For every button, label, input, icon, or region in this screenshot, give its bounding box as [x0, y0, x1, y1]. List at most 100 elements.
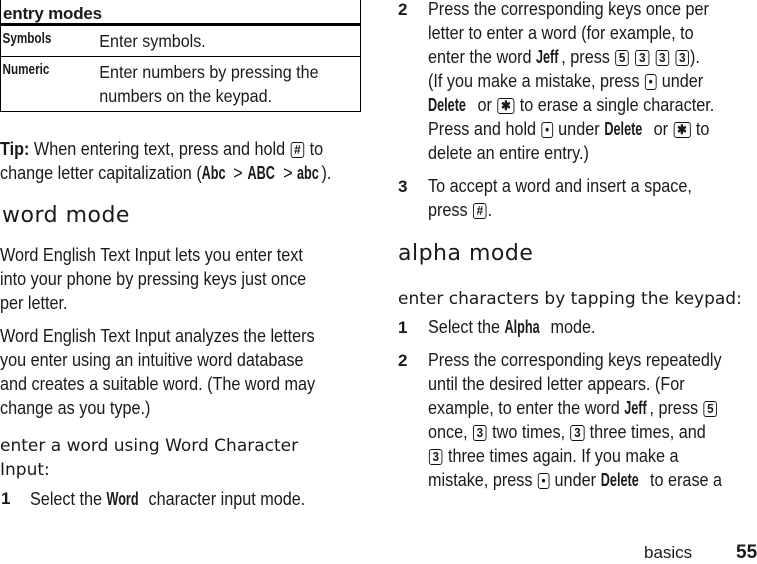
step-number: 1	[1, 489, 11, 508]
star-key-icon: ✱	[673, 122, 691, 138]
text: ).	[689, 47, 700, 67]
text-line: Press the corresponding keys repeatedly	[428, 350, 722, 370]
text: under	[553, 119, 605, 139]
text: once,	[428, 422, 473, 442]
text-line: Delete or ✱ to erase a single character.	[428, 93, 714, 117]
text: three times again. If you make a	[443, 446, 679, 466]
key-3-icon: 3	[675, 50, 690, 66]
text: press	[428, 200, 473, 220]
footer-section-label: basics	[644, 543, 693, 562]
key-3-icon: 3	[473, 425, 487, 441]
softkey-label: Delete	[600, 470, 639, 490]
text-line: enter a word using Word Character	[0, 436, 299, 456]
text: , press	[561, 47, 615, 67]
text: Press and hold	[428, 119, 541, 139]
text-line: (If you make a mistake, press • under	[428, 69, 714, 93]
desc-line: Enter numbers by pressing the	[99, 62, 319, 82]
mode-label: Alpha	[504, 317, 540, 337]
word-step-3: To accept a word and insert a space, pre…	[428, 174, 692, 222]
center-key-icon: •	[644, 74, 657, 90]
key-5-icon: 5	[703, 401, 718, 417]
separator: >	[228, 163, 248, 183]
entry-modes-table: entry modes Symbols Enter symbols. Numer…	[0, 0, 361, 112]
desc-line: numbers on the keypad.	[99, 86, 273, 106]
text: , press	[649, 398, 703, 418]
text-line: mistake, press • under Delete to erase a	[428, 468, 722, 492]
text: or	[473, 95, 497, 115]
text: to erase a	[645, 470, 723, 490]
text-line: press #.	[428, 198, 692, 222]
text: enter the word	[428, 47, 537, 67]
page-number: 55	[736, 542, 757, 563]
text-line: To accept a word and insert a space,	[428, 176, 692, 196]
tip-text: to	[305, 139, 324, 159]
mode-description: Enter symbols.	[99, 31, 206, 51]
text: or	[649, 119, 673, 139]
text-line: Press and hold • under Delete or ✱ to	[428, 117, 714, 141]
table-row: Symbols Enter symbols.	[1, 26, 360, 57]
table-row: Numeric Enter numbers by pressing the nu…	[1, 57, 360, 111]
hash-key-icon: #	[473, 203, 487, 219]
step-number: 2	[398, 351, 408, 370]
alpha-step-2: Press the corresponding keys repeatedly …	[428, 348, 722, 492]
step-text: character input mode.	[144, 489, 306, 509]
text: under	[657, 71, 704, 91]
text-line: Word English Text Input analyzes the let…	[0, 326, 315, 346]
text-line: and creates a suitable word. (The word m…	[0, 374, 316, 394]
text: Select the	[428, 317, 505, 337]
word-mode-heading: word mode	[2, 203, 130, 228]
text: example, to enter the word	[428, 398, 625, 418]
key-3-icon: 3	[428, 449, 443, 465]
text: to	[691, 119, 710, 139]
word-subheading: enter a word using Word Character Input:	[0, 434, 298, 482]
cap-mode: ABC	[247, 163, 275, 183]
text-line: change as you type.)	[0, 398, 151, 418]
text: three times, and	[585, 422, 706, 442]
star-key-icon: ✱	[497, 98, 515, 114]
center-key-icon: •	[537, 473, 550, 489]
text-line: enter the word Jeff, press 5 3 3 3).	[428, 45, 714, 69]
example-word: Jeff	[624, 398, 647, 418]
text-line: letter to enter a word (for example, to	[428, 23, 694, 43]
hash-key-icon: #	[290, 142, 305, 158]
softkey-label: Delete	[604, 119, 643, 139]
separator: >	[278, 163, 298, 183]
text-line: you enter using an intuitive word databa…	[0, 350, 304, 370]
step-number: 1	[398, 318, 408, 337]
text: two times,	[487, 422, 570, 442]
cap-mode: abc	[297, 163, 319, 183]
text-line: delete an entire entry.)	[428, 143, 589, 163]
text-line: Word English Text Input lets you enter t…	[0, 245, 303, 265]
alpha-mode-heading: alpha mode	[398, 241, 534, 266]
tip-label: Tip:	[0, 139, 30, 159]
text-line: example, to enter the word Jeff, press 5	[428, 396, 722, 420]
text-line: Press the corresponding keys once per	[428, 0, 709, 19]
text: .	[487, 200, 493, 220]
tip-text: change letter capitalization (	[0, 163, 202, 183]
softkey-label: Delete	[428, 95, 466, 115]
mode-name: Symbols	[2, 30, 52, 47]
word-mode-para-2: Word English Text Input analyzes the let…	[0, 324, 315, 420]
word-mode-para-1: Word English Text Input lets you enter t…	[0, 243, 306, 315]
mode-name: Numeric	[2, 61, 50, 78]
key-3-icon: 3	[655, 50, 670, 66]
alpha-step-1: Select the Alpha mode.	[428, 315, 595, 339]
word-step-1: Select the Word character input mode.	[30, 487, 305, 511]
text: mistake, press	[428, 470, 537, 490]
step-number: 3	[398, 177, 408, 196]
step-number: 2	[398, 0, 408, 19]
text-line: into your phone by pressing keys just on…	[0, 269, 307, 289]
tip-text: ).	[321, 163, 332, 183]
mode-label: Word	[106, 489, 139, 509]
table-header: entry modes	[1, 0, 360, 26]
mode-description: Enter numbers by pressing the numbers on…	[91, 57, 338, 111]
key-3-icon: 3	[635, 50, 650, 66]
alpha-subheading: enter characters by tapping the keypad:	[398, 289, 742, 309]
text: mode.	[545, 317, 596, 337]
text-line: until the desired letter appears. (For	[428, 374, 685, 394]
example-word: Jeff	[536, 47, 559, 67]
text-line: per letter.	[0, 293, 68, 313]
key-5-icon: 5	[615, 50, 630, 66]
text-line: 3 three times again. If you make a	[428, 444, 722, 468]
text-line: Input:	[0, 460, 50, 480]
